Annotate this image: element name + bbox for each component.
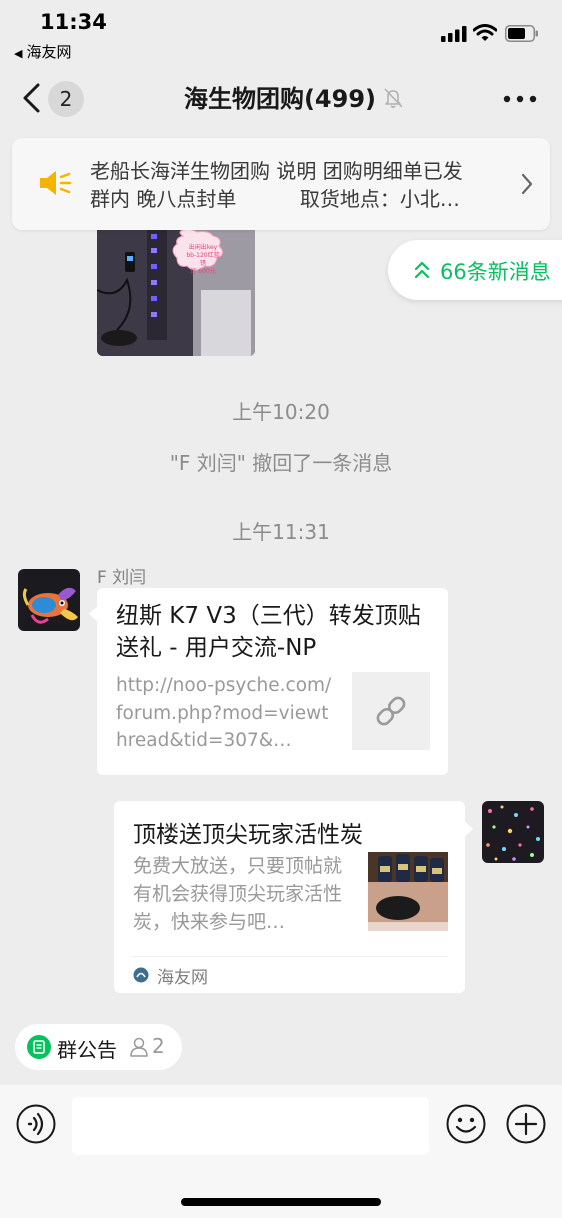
miniprogram-title: 顶楼送顶尖玩家活性炭 [133, 822, 363, 848]
sticker-line: 出闲出key [188, 244, 218, 251]
my-avatar[interactable] [482, 801, 544, 863]
bell-muted-icon [384, 88, 403, 108]
chat-title: 海生物团购(499) [183, 85, 377, 113]
timestamp: 上午11:31 [232, 520, 330, 544]
new-messages-label: 66条新消息 [440, 260, 551, 284]
home-indicator [181, 1198, 381, 1206]
fish-avatar-icon [18, 569, 80, 631]
notice-icon [27, 1035, 51, 1059]
double-chevron-up-icon [414, 261, 430, 279]
battery-icon [505, 25, 538, 42]
link-card[interactable]: 纽斯 K7 V3（三代）转发顶贴送礼 - 用户交流-NP http://noo-… [97, 588, 448, 775]
ellipsis-icon[interactable] [503, 95, 537, 103]
sticker-line: 灯 600元 [190, 268, 216, 275]
link-title: 纽斯 K7 V3（三代）转发顶贴送礼 - 用户交流-NP [116, 603, 421, 661]
group-announcement-banner[interactable]: 老船长海洋生物团购 说明 团购明细单已发 群内 晚八点封单 取货地点：小北… [12, 138, 550, 230]
image-message-photo [97, 230, 255, 356]
sticker-line: 锈 [199, 260, 206, 267]
wifi-icon [473, 24, 497, 41]
back-to-app-link[interactable]: ◀ 海友网 [14, 41, 71, 62]
link-url: http://noo-psyche.com/forum.php?mod=view… [116, 675, 332, 751]
link-icon [376, 696, 406, 726]
sender-avatar[interactable] [18, 569, 80, 631]
sticker-text: 出闲出key bb-120红蓝 锈 灯 600元 [177, 244, 229, 276]
miniprogram-card[interactable]: 顶楼送顶尖玩家活性炭 免费大放送，只要顶帖就有机会获得顶尖玩家活性炭，快来参与吧… [114, 801, 465, 993]
emoji-icon[interactable] [446, 1104, 486, 1144]
status-time: 11:34 [40, 10, 107, 34]
new-messages-button[interactable]: 66条新消息 [388, 240, 562, 300]
group-notice-count: 2 [152, 1034, 165, 1058]
miniprogram-description: 免费大放送，只要顶帖就有机会获得顶尖玩家活性炭，快来参与吧… [133, 855, 343, 933]
back-triangle-icon: ◀ [14, 47, 23, 60]
miniprogram-icon [133, 967, 149, 983]
image-message[interactable]: 出闲出key bb-120红蓝 锈 灯 600元 [97, 230, 255, 356]
miniprogram-thumbnail [368, 852, 448, 931]
announcement-text: 老船长海洋生物团购 说明 团购明细单已发 群内 晚八点封单 取货地点：小北… [90, 157, 500, 213]
voice-icon[interactable] [16, 1104, 56, 1144]
group-notice-button[interactable]: 群公告 2 [15, 1024, 182, 1070]
unread-count-badge[interactable]: 2 [48, 81, 84, 117]
sender-name: F 刘闫 [97, 568, 147, 588]
group-notice-label: 群公告 [57, 1038, 117, 1062]
recall-notice: "F 刘闫" 撤回了一条消息 [169, 451, 393, 475]
charcoal-product-image [368, 852, 448, 931]
timestamp: 上午10:20 [232, 400, 330, 424]
chevron-right-icon [521, 173, 533, 195]
person-icon [130, 1037, 148, 1057]
message-input[interactable] [72, 1097, 429, 1155]
link-thumbnail [352, 672, 430, 750]
sticker-line: bb-120红蓝 [186, 252, 220, 259]
announcement-line-1: 老船长海洋生物团购 说明 团购明细单已发 [90, 159, 463, 183]
announcement-line-2: 群内 晚八点封单 取货地点：小北… [90, 187, 460, 211]
miniprogram-source: 海友网 [157, 968, 208, 988]
signal-icon [441, 26, 467, 42]
plus-icon[interactable] [506, 1104, 546, 1144]
speaker-icon [40, 171, 72, 195]
chevron-left-icon[interactable] [20, 82, 44, 114]
back-app-label: 海友网 [26, 43, 72, 61]
card-divider [133, 956, 448, 957]
sparkle-avatar-icon [482, 801, 544, 863]
